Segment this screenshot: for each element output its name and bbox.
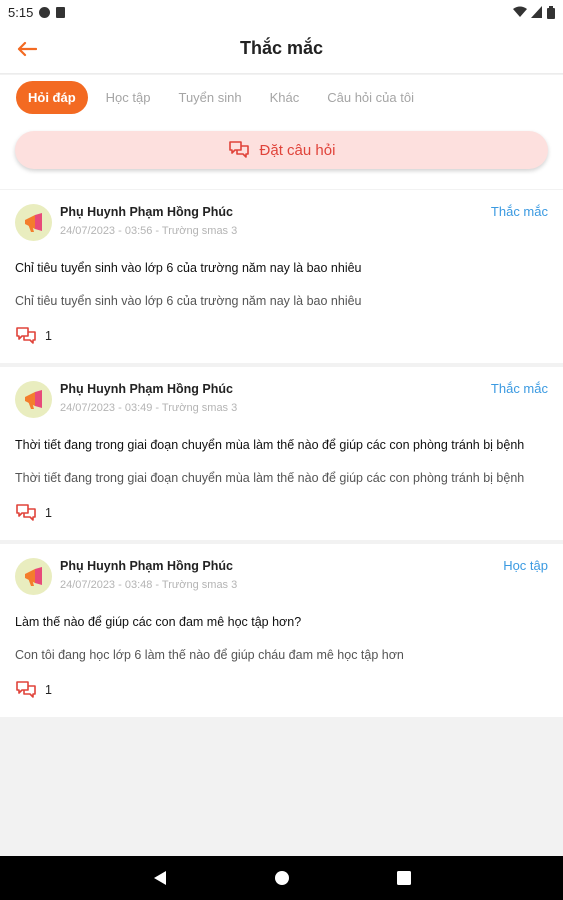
ask-section: Đặt câu hỏi bbox=[0, 119, 563, 189]
question-title: Chỉ tiêu tuyển sinh vào lớp 6 của trường… bbox=[15, 261, 362, 275]
signal-icon bbox=[531, 6, 542, 18]
tab-khac[interactable]: Khác bbox=[260, 82, 310, 113]
avatar bbox=[15, 381, 52, 418]
status-bar: 5:15 bbox=[0, 0, 563, 24]
category-label[interactable]: Học tập bbox=[503, 558, 548, 573]
category-label[interactable]: Thắc mắc bbox=[491, 204, 548, 219]
comment-icon[interactable] bbox=[15, 326, 37, 346]
status-time: 5:15 bbox=[8, 4, 34, 20]
nav-recents-button[interactable] bbox=[389, 863, 419, 893]
comment-count: 1 bbox=[45, 329, 52, 343]
back-button[interactable] bbox=[14, 36, 40, 62]
question-list: Phụ Huynh Phạm Hồng Phúc 24/07/2023 - 03… bbox=[0, 190, 563, 721]
sim-icon bbox=[56, 6, 66, 18]
question-body: Thời tiết đang trong giai đoạn chuyển mù… bbox=[15, 471, 525, 485]
ask-question-label: Đặt câu hỏi bbox=[259, 141, 336, 159]
tab-hoi-dap[interactable]: Hỏi đáp bbox=[16, 80, 88, 114]
author-name: Phụ Huynh Phạm Hồng Phúc bbox=[60, 205, 233, 219]
ask-question-button[interactable]: Đặt câu hỏi bbox=[15, 131, 548, 169]
question-card[interactable]: Phụ Huynh Phạm Hồng Phúc 24/07/2023 - 03… bbox=[0, 367, 563, 540]
post-meta: 24/07/2023 - 03:48 - Trường smas 3 bbox=[60, 579, 238, 591]
square-recents-icon bbox=[396, 871, 411, 885]
triangle-back-icon bbox=[153, 871, 166, 885]
question-body: Chỉ tiêu tuyển sinh vào lớp 6 của trường… bbox=[15, 294, 362, 308]
category-tabs: Hỏi đáp Học tập Tuyển sinh Khác Câu hỏi … bbox=[0, 75, 563, 119]
avatar bbox=[15, 204, 52, 241]
post-meta: 24/07/2023 - 03:56 - Trường smas 3 bbox=[60, 225, 238, 237]
notification-icon bbox=[39, 6, 51, 18]
megaphone-icon bbox=[24, 212, 42, 232]
author-name: Phụ Huynh Phạm Hồng Phúc bbox=[60, 559, 233, 573]
wifi-icon bbox=[513, 6, 527, 17]
app-bar: Thắc mắc bbox=[0, 24, 563, 74]
megaphone-icon bbox=[24, 566, 42, 586]
avatar bbox=[15, 558, 52, 595]
arrow-left-icon bbox=[17, 41, 37, 57]
question-body: Con tôi đang học lớp 6 làm thế nào để gi… bbox=[15, 648, 404, 662]
comment-count: 1 bbox=[45, 506, 52, 520]
question-card[interactable]: Phụ Huynh Phạm Hồng Phúc 24/07/2023 - 03… bbox=[0, 190, 563, 363]
category-label[interactable]: Thắc mắc bbox=[491, 381, 548, 396]
tab-hoc-tap[interactable]: Học tập bbox=[96, 82, 161, 113]
chat-bubbles-icon bbox=[228, 141, 249, 158]
megaphone-icon bbox=[24, 389, 42, 409]
circle-home-icon bbox=[274, 871, 289, 885]
author-name: Phụ Huynh Phạm Hồng Phúc bbox=[60, 382, 233, 396]
comment-icon[interactable] bbox=[15, 503, 37, 523]
comment-icon[interactable] bbox=[15, 680, 37, 700]
tab-cau-hoi-cua-toi[interactable]: Câu hỏi của tôi bbox=[317, 82, 424, 113]
nav-home-button[interactable] bbox=[267, 863, 297, 893]
system-nav-bar bbox=[0, 856, 563, 900]
question-title: Thời tiết đang trong giai đoạn chuyển mù… bbox=[15, 438, 525, 452]
question-card[interactable]: Phụ Huynh Phạm Hồng Phúc 24/07/2023 - 03… bbox=[0, 544, 563, 717]
question-title: Làm thế nào để giúp các con đam mê học t… bbox=[15, 615, 302, 629]
comment-count: 1 bbox=[45, 683, 52, 697]
nav-back-button[interactable] bbox=[145, 863, 175, 893]
post-meta: 24/07/2023 - 03:49 - Trường smas 3 bbox=[60, 402, 238, 414]
tab-tuyen-sinh[interactable]: Tuyển sinh bbox=[168, 82, 251, 113]
battery-icon bbox=[547, 5, 555, 19]
page-title: Thắc mắc bbox=[239, 38, 324, 58]
